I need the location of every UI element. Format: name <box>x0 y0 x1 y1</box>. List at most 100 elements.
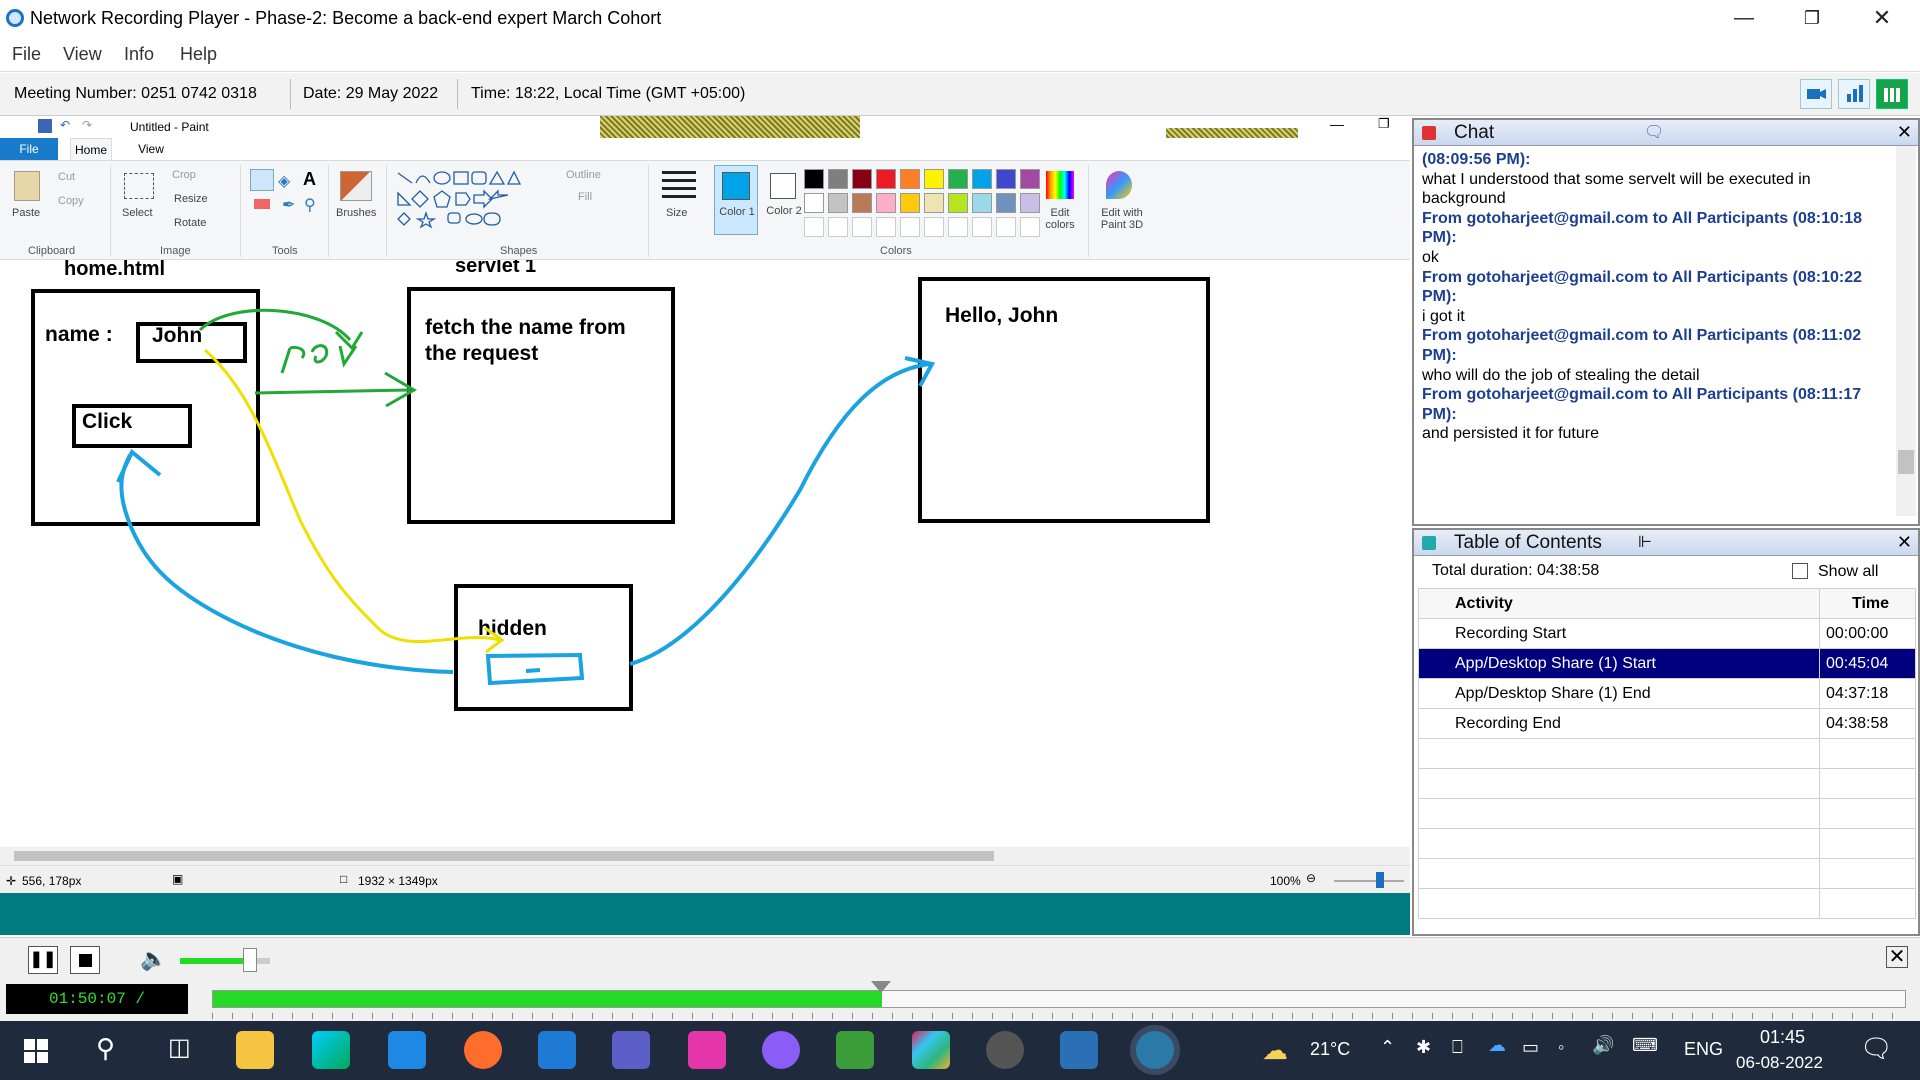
palette-swatch[interactable] <box>948 169 968 189</box>
paint-tab-home[interactable]: Home <box>70 138 112 160</box>
menu-info[interactable]: Info <box>124 44 154 65</box>
network-share-icon[interactable]: ✱ <box>1416 1037 1431 1058</box>
toc-row[interactable]: App/Desktop Share (1) End 04:37:18 <box>1418 678 1916 709</box>
grid-view-button[interactable] <box>1876 79 1908 109</box>
palette-swatch[interactable] <box>924 169 944 189</box>
palette-swatch[interactable] <box>996 169 1016 189</box>
resize-button[interactable]: Resize <box>174 193 208 205</box>
magnifier-icon[interactable]: ⚲ <box>304 195 316 215</box>
color1-button[interactable]: Color 1 <box>714 165 758 235</box>
menu-file[interactable]: File <box>12 44 41 65</box>
copy-button[interactable]: Copy <box>58 195 84 207</box>
wifi-icon[interactable]: ◦ <box>1558 1037 1564 1058</box>
paint-restore-icon[interactable]: ❐ <box>1378 116 1390 132</box>
palette-swatch[interactable] <box>828 193 848 213</box>
recording-player-icon[interactable] <box>1136 1031 1174 1069</box>
custom-color-slot[interactable] <box>1020 217 1040 237</box>
palette-swatch[interactable] <box>900 169 920 189</box>
custom-color-slot[interactable] <box>996 217 1016 237</box>
settings-gear-icon[interactable] <box>986 1031 1024 1069</box>
show-all-checkbox[interactable] <box>1792 563 1808 579</box>
vscode-icon[interactable] <box>538 1031 576 1069</box>
mail-icon[interactable] <box>388 1031 426 1069</box>
palette-swatch[interactable] <box>972 193 992 213</box>
speaker-icon[interactable]: 🔊 <box>1592 1035 1614 1056</box>
clock-date[interactable]: 06-08-2022 <box>1736 1053 1823 1073</box>
cut-button[interactable]: Cut <box>58 171 75 183</box>
toc-close-icon[interactable]: ✕ <box>1897 532 1912 553</box>
redo-icon[interactable]: ↷ <box>82 118 92 132</box>
palette-swatch[interactable] <box>900 193 920 213</box>
palette-swatch[interactable] <box>972 169 992 189</box>
custom-color-slot[interactable] <box>876 217 896 237</box>
graphql-icon[interactable] <box>688 1031 726 1069</box>
search-icon[interactable]: ⚲ <box>96 1033 115 1064</box>
chat-scrollbar[interactable] <box>1896 146 1916 516</box>
menu-view[interactable]: View <box>63 44 102 65</box>
onedrive-icon[interactable]: ☁ <box>1488 1035 1506 1056</box>
pause-button[interactable]: ❚❚ <box>28 946 58 974</box>
custom-color-slot[interactable] <box>828 217 848 237</box>
custom-color-slot[interactable] <box>852 217 872 237</box>
palette-swatch[interactable] <box>828 169 848 189</box>
custom-color-slot[interactable] <box>804 217 824 237</box>
toc-row[interactable]: Recording Start 00:00:00 <box>1418 618 1916 649</box>
keyboard-icon[interactable]: ⌨ <box>1632 1035 1658 1056</box>
pencil-icon[interactable] <box>250 169 274 191</box>
undo-icon[interactable]: ↶ <box>60 118 70 132</box>
brushes-icon[interactable] <box>340 171 372 201</box>
clock-time[interactable]: 01:45 <box>1760 1027 1805 1048</box>
toc-row[interactable]: App/Desktop Share (1) Start 00:45:04 <box>1418 648 1916 679</box>
task-view-icon[interactable]: ◫ <box>168 1033 191 1062</box>
custom-color-slot[interactable] <box>924 217 944 237</box>
outline-button[interactable]: Outline <box>566 169 601 181</box>
palette-swatch[interactable] <box>852 193 872 213</box>
palette-swatch[interactable] <box>852 169 872 189</box>
chat-close-icon[interactable]: ✕ <box>1897 122 1912 143</box>
file-explorer-icon[interactable] <box>236 1031 274 1069</box>
chat-scroll-thumb[interactable] <box>1898 450 1914 474</box>
palette-swatch[interactable] <box>876 169 896 189</box>
fill-button[interactable]: Fill <box>578 191 592 203</box>
toc-row[interactable]: Recording End 04:38:58 <box>1418 708 1916 739</box>
eraser-icon[interactable] <box>254 199 270 209</box>
volume-thumb[interactable] <box>243 948 257 972</box>
sheet-editor-icon[interactable] <box>836 1031 874 1069</box>
text-tool-icon[interactable]: A <box>303 169 316 190</box>
scroll-thumb[interactable] <box>14 851 994 861</box>
crop-button[interactable]: Crop <box>172 169 196 181</box>
palette-swatch[interactable] <box>996 193 1016 213</box>
shapes-gallery[interactable] <box>396 169 546 229</box>
custom-color-slot[interactable] <box>900 217 920 237</box>
close-player-icon[interactable]: ✕ <box>1886 946 1908 968</box>
close-button[interactable]: ✕ <box>1862 4 1902 32</box>
palette-swatch[interactable] <box>876 193 896 213</box>
volume-icon[interactable]: 🔈 <box>140 946 167 972</box>
temperature[interactable]: 21°C <box>1310 1039 1350 1060</box>
custom-color-slot[interactable] <box>972 217 992 237</box>
paint-tab-file[interactable]: File <box>0 138 58 160</box>
edit-colors-icon[interactable] <box>1046 171 1074 199</box>
seek-thumb[interactable] <box>871 981 891 993</box>
zoom-slider[interactable] <box>1334 880 1404 882</box>
seek-bar[interactable] <box>212 990 1906 1008</box>
palette-swatch[interactable] <box>1020 169 1040 189</box>
custom-color-slot[interactable] <box>948 217 968 237</box>
color2-button[interactable]: Color 2 <box>762 165 806 235</box>
paint-horizontal-scrollbar[interactable] <box>0 847 1410 865</box>
windows-start-icon[interactable] <box>24 1039 48 1063</box>
palette-swatch[interactable] <box>804 169 824 189</box>
rotate-button[interactable]: Rotate <box>174 217 206 229</box>
color-picker-icon[interactable]: ✒ <box>282 195 295 215</box>
teams-icon[interactable] <box>612 1031 650 1069</box>
menu-help[interactable]: Help <box>180 44 217 65</box>
select-icon[interactable] <box>124 173 154 199</box>
weather-icon[interactable]: ☁ <box>1262 1035 1288 1066</box>
notification-icon[interactable]: 🗨 <box>1860 1033 1893 1064</box>
zoom-slider-thumb[interactable] <box>1376 872 1384 888</box>
zoom-out-icon[interactable]: ⊖ <box>1306 871 1316 885</box>
stop-button[interactable] <box>70 946 100 974</box>
palette-swatch[interactable] <box>948 193 968 213</box>
language-indicator[interactable]: ENG <box>1684 1039 1723 1060</box>
paint-tab-view[interactable]: View <box>130 138 172 160</box>
